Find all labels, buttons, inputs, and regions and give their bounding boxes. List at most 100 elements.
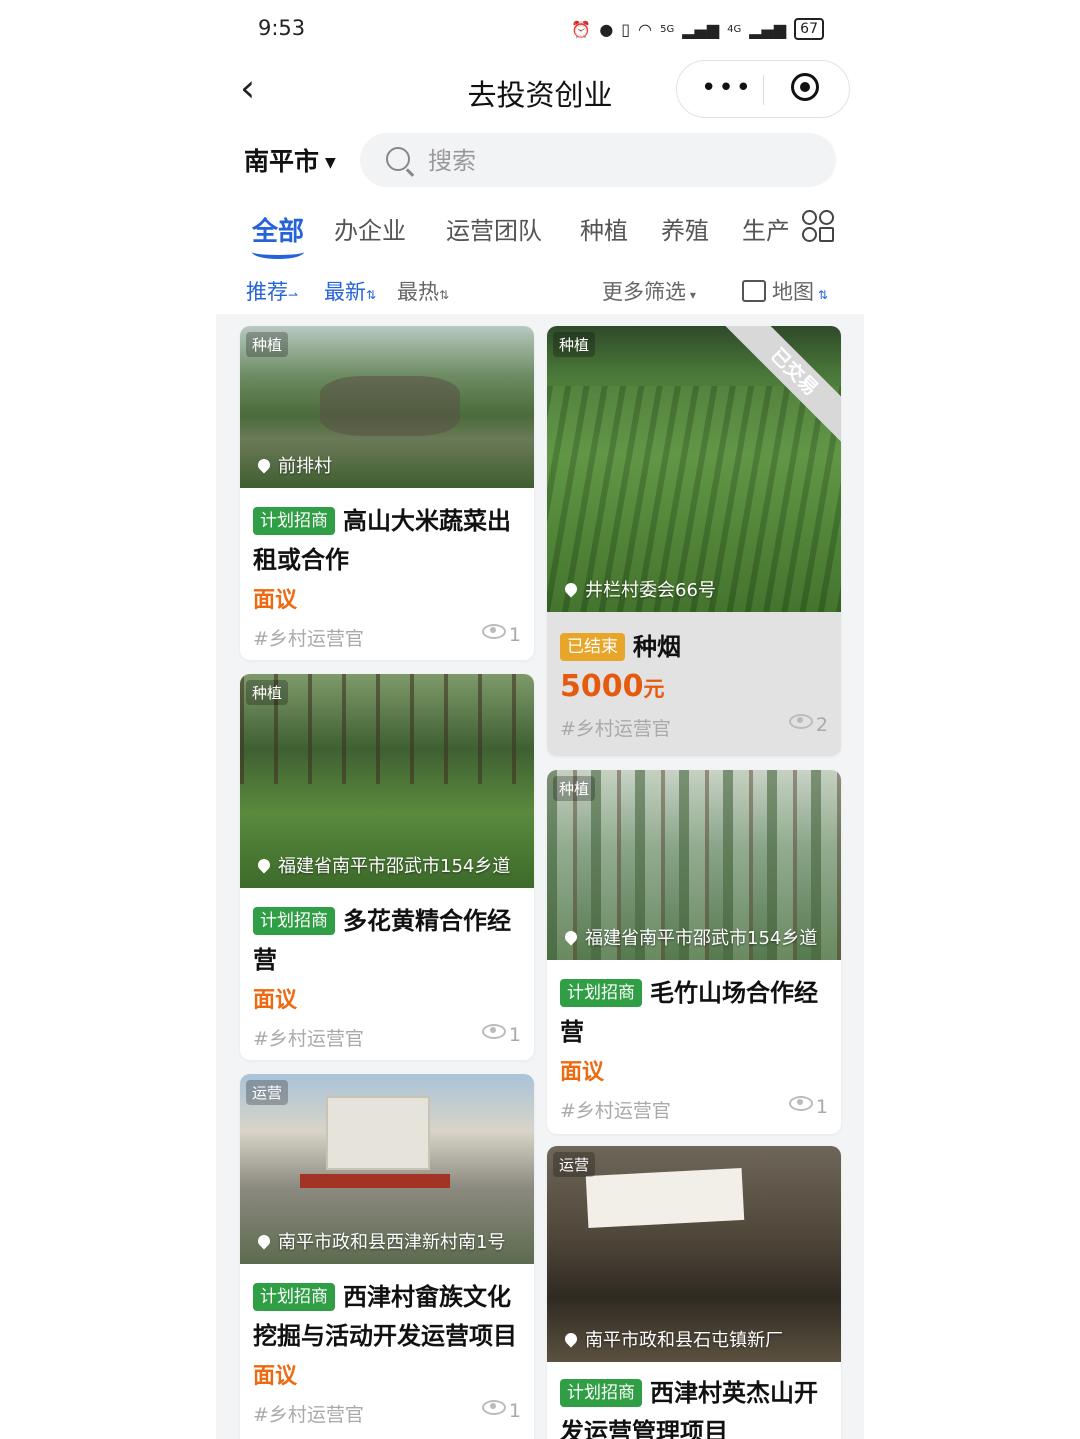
location-label: 南平市政和县石屯镇新厂	[565, 1326, 839, 1352]
listing-meta: #乡村运营官 1	[253, 1024, 523, 1050]
price-unit: 元	[643, 677, 665, 701]
more-icon[interactable]: •••	[701, 73, 753, 103]
tab-all[interactable]: 全部	[252, 211, 304, 248]
location-pin-icon	[258, 1232, 273, 1250]
sort-latest-label: 最新	[324, 280, 366, 304]
status-badge: 计划招商	[560, 1379, 642, 1407]
sort-recommend[interactable]: 推荐⇀	[246, 276, 298, 306]
village-roofs-shape	[320, 376, 460, 436]
tab-breeding[interactable]: 养殖	[661, 211, 709, 246]
nav-bar: ‹ 去投资创业 •••	[216, 60, 864, 120]
search-input[interactable]	[426, 143, 810, 179]
listing-card[interactable]: 种植 福建省南平市邵武市154乡道 计划招商 毛竹山场合作经营 面议 #乡村运营官…	[547, 770, 841, 1134]
status-badge: 已结束	[560, 633, 625, 661]
tab-production[interactable]: 生产	[742, 211, 788, 246]
card-body: 已结束 种烟 5000元 #乡村运营官 2	[560, 628, 830, 740]
listing-image: 种植 前排村	[240, 326, 534, 488]
listing-title: 计划招商 西津村英杰山开发运营管理项目	[560, 1374, 830, 1439]
listing-meta: #乡村运营官 1	[253, 624, 523, 650]
listing-image: 种植 已交易 井栏村委会66号	[547, 326, 841, 612]
signal-4g-label: 4G	[727, 23, 742, 35]
search-bar[interactable]	[360, 133, 836, 187]
status-bar: 9:53 ⏰ ● ▯ ◠ 5G ▂▄▆ 4G ▂▄▆ 67	[216, 0, 864, 62]
listing-card[interactable]: 种植 前排村 计划招商 高山大米蔬菜出租或合作 面议 #乡村运营官 1	[240, 326, 534, 660]
eye-icon	[788, 1096, 813, 1111]
listing-card[interactable]: 种植 福建省南平市邵武市154乡道 计划招商 多花黄精合作经营 面议 #乡村运营官…	[240, 674, 534, 1060]
listing-card[interactable]: 运营 南平市政和县西津新村南1号 计划招商 西津村畲族文化挖掘与活动开发运营项目 …	[240, 1074, 534, 1439]
map-toggle[interactable]: 地图 ⇅	[742, 276, 828, 306]
location-label: 福建省南平市邵武市154乡道	[565, 924, 839, 950]
eye-icon	[788, 714, 813, 729]
location-text: 井栏村委会66号	[585, 580, 716, 601]
listing-feed[interactable]: 种植 前排村 计划招商 高山大米蔬菜出租或合作 面议 #乡村运营官 1 种植 已交易…	[216, 314, 864, 1439]
status-icons: ⏰ ● ▯ ◠ 5G ▂▄▆ 4G ▂▄▆ 67	[571, 18, 824, 40]
card-body: 计划招商 多花黄精合作经营 面议 #乡村运营官 1	[253, 902, 523, 1050]
listing-meta: #乡村运营官 1	[253, 1400, 523, 1426]
listing-price: 面议	[253, 1364, 298, 1389]
archway-shape	[300, 1174, 450, 1188]
listing-card[interactable]: 种植 已交易 井栏村委会66号 已结束 种烟 5000元 #乡村运营官 2	[547, 326, 841, 756]
wifi-icon: ◠	[638, 19, 653, 39]
sort-updown-icon: ⇅	[439, 288, 450, 302]
location-label: 前排村	[258, 452, 532, 478]
listing-price: 面议	[253, 988, 298, 1013]
search-icon	[386, 147, 410, 171]
capsule-divider	[763, 75, 764, 105]
view-count-value: 2	[815, 714, 828, 736]
view-count-value: 1	[508, 1400, 521, 1422]
listing-image: 运营 南平市政和县西津新村南1号	[240, 1074, 534, 1264]
location-label: 南平市政和县西津新村南1号	[258, 1228, 532, 1254]
status-badge: 计划招商	[560, 979, 642, 1007]
tab-operation-team[interactable]: 运营团队	[446, 211, 542, 246]
card-body: 计划招商 西津村英杰山开发运营管理项目	[560, 1374, 830, 1439]
location-pin-icon	[565, 1330, 580, 1348]
sort-hot[interactable]: 最热⇅	[397, 276, 449, 306]
more-filters[interactable]: 更多筛选 ▾	[602, 276, 696, 306]
location-pin-icon	[258, 856, 273, 874]
category-tag: 种植	[246, 680, 289, 705]
caret-down-icon: ▾	[686, 288, 696, 302]
wooden-sign-shape	[585, 1167, 745, 1229]
sort-recommend-label: 推荐	[246, 280, 288, 304]
category-tag: 种植	[553, 776, 596, 801]
tab-planting[interactable]: 种植	[580, 211, 628, 246]
listing-card[interactable]: 运营 南平市政和县石屯镇新厂 计划招商 西津村英杰山开发运营管理项目	[547, 1146, 841, 1439]
status-time: 9:53	[258, 16, 306, 40]
listing-price: 面议	[560, 1060, 605, 1085]
signal-icon: ▂▄▆	[749, 19, 787, 39]
location-pin-icon	[565, 580, 580, 598]
listing-image: 种植 福建省南平市邵武市154乡道	[240, 674, 534, 888]
eye-icon	[481, 1400, 506, 1415]
map-icon	[742, 280, 766, 302]
listing-tag: #乡村运营官	[253, 1404, 364, 1426]
signal-icon: ▂▄▆	[682, 19, 720, 39]
listing-image: 种植 福建省南平市邵武市154乡道	[547, 770, 841, 960]
category-tag: 种植	[246, 332, 289, 357]
view-count: 1	[481, 624, 521, 646]
location-pin-icon	[565, 928, 580, 946]
grid-menu-icon[interactable]	[802, 210, 834, 242]
listing-tag: #乡村运营官	[253, 628, 364, 650]
city-label: 南平市	[244, 147, 320, 176]
view-count: 1	[481, 1400, 521, 1422]
category-tag: 运营	[246, 1080, 289, 1105]
building-shape	[326, 1096, 430, 1170]
location-text: 南平市政和县石屯镇新厂	[585, 1330, 783, 1351]
sort-arrow-icon: ⇀	[288, 288, 299, 302]
signal-5g-label: 5G	[660, 23, 675, 35]
price-value: 5000	[560, 669, 644, 704]
sort-latest[interactable]: 最新⇅	[324, 276, 376, 306]
category-tag: 种植	[553, 332, 596, 357]
city-selector[interactable]: 南平市 ▼	[244, 142, 336, 178]
view-count: 2	[788, 714, 828, 736]
listing-title: 计划招商 多花黄精合作经营	[253, 902, 523, 980]
close-target-icon[interactable]	[791, 73, 819, 101]
listing-title: 计划招商 高山大米蔬菜出租或合作	[253, 502, 523, 580]
map-label: 地图	[772, 280, 814, 304]
location-icon: ●	[599, 19, 614, 39]
tab-business[interactable]: 办企业	[334, 211, 406, 246]
vibrate-icon: ▯	[621, 19, 631, 39]
view-count-value: 1	[508, 1024, 521, 1046]
listing-meta: #乡村运营官 2	[560, 714, 830, 740]
category-tag: 运营	[553, 1152, 596, 1177]
